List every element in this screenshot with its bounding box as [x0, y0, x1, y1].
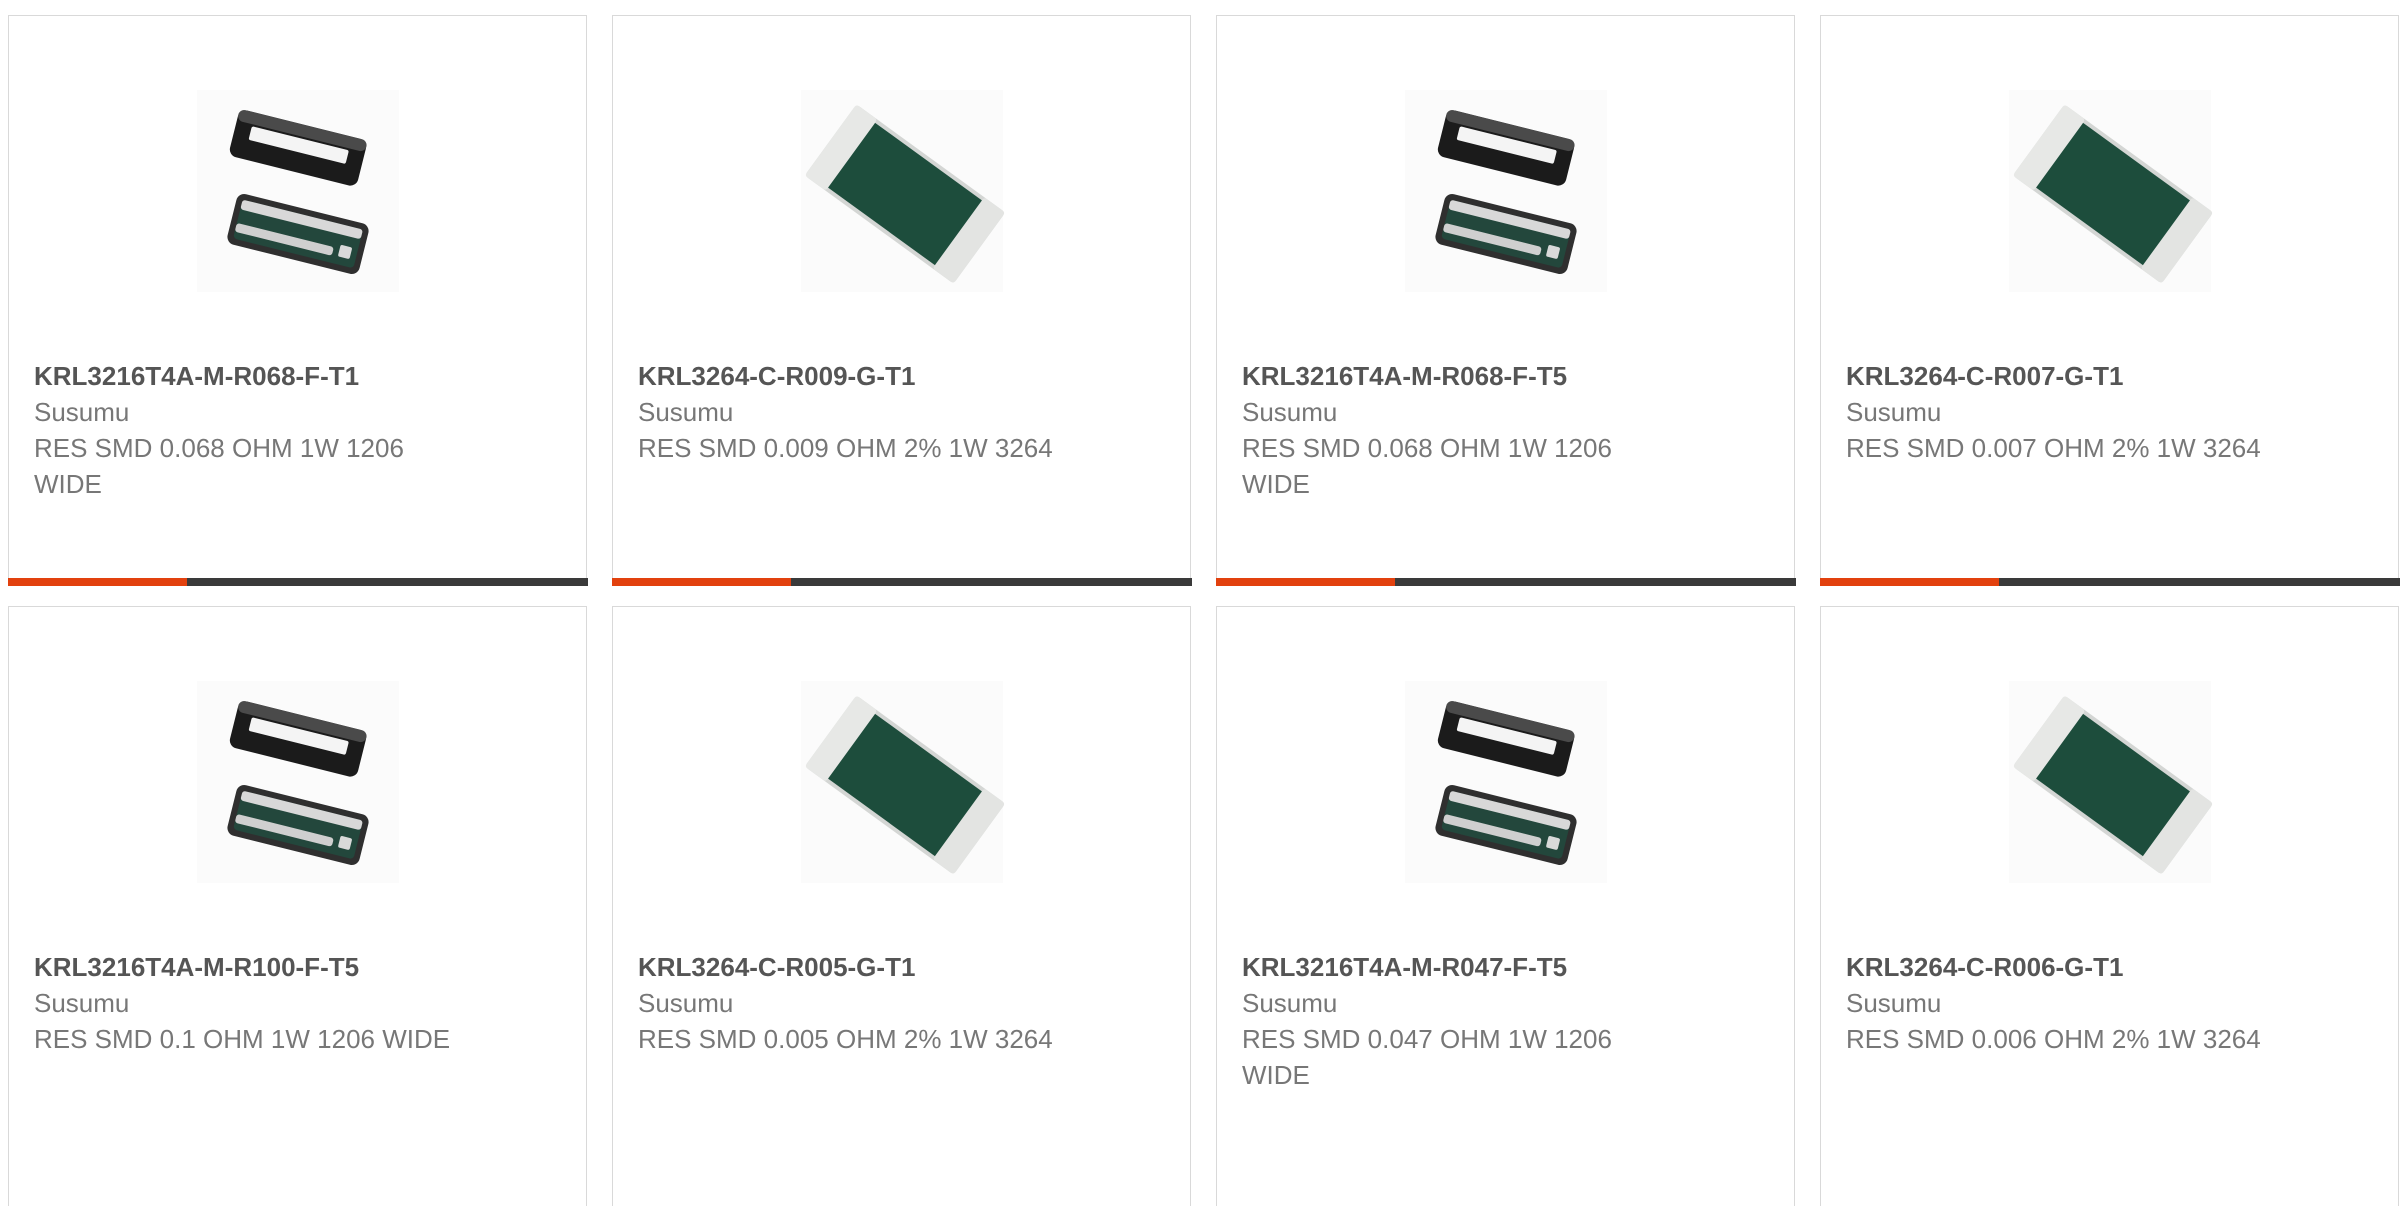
split-resistor-pair-icon	[1404, 681, 1607, 883]
product-card[interactable]: KRL3216T4A-M-R068-F-T1 Susumu RES SMD 0.…	[7, 15, 588, 586]
product-manufacturer: Susumu	[34, 397, 130, 427]
progress-bar	[611, 577, 1192, 586]
split-resistor-pair-icon	[196, 90, 399, 292]
product-manufacturer: Susumu	[1242, 397, 1338, 427]
progress-bar-fill	[1215, 577, 1396, 586]
progress-bar	[1819, 577, 2400, 586]
product-info: KRL3216T4A-M-R100-F-T5 Susumu RES SMD 0.…	[34, 949, 454, 1057]
product-description: RES SMD 0.006 OHM 2% 1W 3264	[1846, 1024, 2261, 1054]
product-card[interactable]: KRL3216T4A-M-R068-F-T5 Susumu RES SMD 0.…	[1215, 15, 1796, 586]
split-resistor-pair-icon	[196, 681, 399, 883]
chip-resistor-icon	[800, 90, 1004, 292]
product-description: RES SMD 0.068 OHM 1W 1206 WIDE	[34, 433, 404, 499]
product-info: KRL3264-C-R006-G-T1 Susumu RES SMD 0.006…	[1846, 949, 2266, 1057]
product-image[interactable]	[1401, 672, 1611, 892]
product-part-number[interactable]: KRL3264-C-R006-G-T1	[1846, 949, 2266, 985]
product-manufacturer: Susumu	[638, 988, 734, 1018]
product-image[interactable]	[2005, 672, 2215, 892]
product-manufacturer: Susumu	[1846, 988, 1942, 1018]
split-resistor-pair-icon	[1404, 90, 1607, 292]
product-part-number[interactable]: KRL3264-C-R005-G-T1	[638, 949, 1058, 985]
progress-bar-fill	[611, 577, 792, 586]
product-part-number[interactable]: KRL3264-C-R009-G-T1	[638, 358, 1058, 394]
chip-resistor-icon	[800, 681, 1004, 883]
product-image[interactable]	[193, 81, 403, 301]
product-card[interactable]: KRL3264-C-R005-G-T1 Susumu RES SMD 0.005…	[612, 606, 1191, 1206]
product-image[interactable]	[797, 81, 1007, 301]
product-card[interactable]: KRL3216T4A-M-R047-F-T5 Susumu RES SMD 0.…	[1216, 606, 1795, 1206]
product-description: RES SMD 0.009 OHM 2% 1W 3264	[638, 433, 1053, 463]
product-info: KRL3216T4A-M-R047-F-T5 Susumu RES SMD 0.…	[1242, 949, 1662, 1093]
product-image[interactable]	[193, 672, 403, 892]
product-image[interactable]	[797, 672, 1007, 892]
product-manufacturer: Susumu	[34, 988, 130, 1018]
product-card[interactable]: KRL3216T4A-M-R100-F-T5 Susumu RES SMD 0.…	[8, 606, 587, 1206]
product-grid: KRL3216T4A-M-R068-F-T1 Susumu RES SMD 0.…	[7, 15, 2400, 1206]
product-part-number[interactable]: KRL3216T4A-M-R047-F-T5	[1242, 949, 1662, 985]
product-description: RES SMD 0.007 OHM 2% 1W 3264	[1846, 433, 2261, 463]
product-manufacturer: Susumu	[1242, 988, 1338, 1018]
product-card[interactable]: KRL3264-C-R006-G-T1 Susumu RES SMD 0.006…	[1820, 606, 2399, 1206]
product-description: RES SMD 0.068 OHM 1W 1206 WIDE	[1242, 433, 1612, 499]
product-card[interactable]: KRL3264-C-R007-G-T1 Susumu RES SMD 0.007…	[1819, 15, 2400, 586]
product-manufacturer: Susumu	[638, 397, 734, 427]
product-part-number[interactable]: KRL3264-C-R007-G-T1	[1846, 358, 2266, 394]
product-info: KRL3216T4A-M-R068-F-T1 Susumu RES SMD 0.…	[34, 358, 454, 502]
progress-bar	[1215, 577, 1796, 586]
product-part-number[interactable]: KRL3216T4A-M-R068-F-T5	[1242, 358, 1662, 394]
product-description: RES SMD 0.047 OHM 1W 1206 WIDE	[1242, 1024, 1612, 1090]
progress-bar-fill	[1819, 577, 2000, 586]
product-info: KRL3216T4A-M-R068-F-T5 Susumu RES SMD 0.…	[1242, 358, 1662, 502]
product-info: KRL3264-C-R005-G-T1 Susumu RES SMD 0.005…	[638, 949, 1058, 1057]
product-description: RES SMD 0.1 OHM 1W 1206 WIDE	[34, 1024, 451, 1054]
progress-bar-fill	[7, 577, 188, 586]
product-part-number[interactable]: KRL3216T4A-M-R068-F-T1	[34, 358, 454, 394]
product-image[interactable]	[2005, 81, 2215, 301]
progress-bar	[7, 577, 588, 586]
product-info: KRL3264-C-R007-G-T1 Susumu RES SMD 0.007…	[1846, 358, 2266, 466]
product-part-number[interactable]: KRL3216T4A-M-R100-F-T5	[34, 949, 454, 985]
chip-resistor-icon	[2008, 90, 2212, 292]
product-image[interactable]	[1401, 81, 1611, 301]
product-card[interactable]: KRL3264-C-R009-G-T1 Susumu RES SMD 0.009…	[611, 15, 1192, 586]
chip-resistor-icon	[2008, 681, 2212, 883]
product-description: RES SMD 0.005 OHM 2% 1W 3264	[638, 1024, 1053, 1054]
product-manufacturer: Susumu	[1846, 397, 1942, 427]
product-info: KRL3264-C-R009-G-T1 Susumu RES SMD 0.009…	[638, 358, 1058, 466]
